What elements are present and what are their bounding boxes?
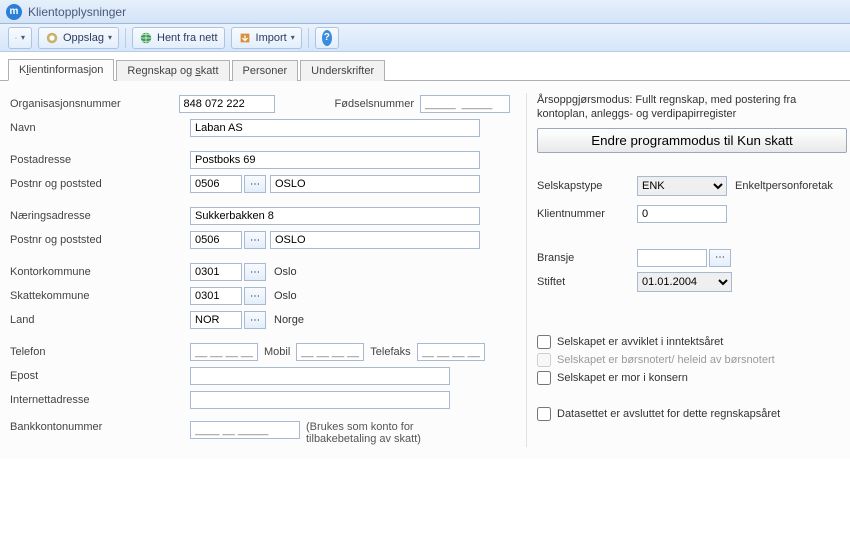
- label-land: Land: [10, 314, 190, 326]
- stiftet-select[interactable]: 01.01.2004: [637, 272, 732, 292]
- content-area: Organisasjonsnummer Fødselsnummer Navn P…: [0, 81, 850, 459]
- import-label: Import: [256, 32, 287, 44]
- land-code-input[interactable]: [190, 311, 242, 329]
- tab-underskrifter[interactable]: Underskrifter: [300, 60, 385, 81]
- checkbox-avviklet-label: Selskapet er avviklet i inntektsåret: [557, 336, 723, 348]
- label-postnr-2: Postnr og poststed: [10, 234, 190, 246]
- toolbar-separator: [308, 28, 309, 48]
- left-column: Organisasjonsnummer Fødselsnummer Navn P…: [10, 93, 510, 447]
- naeringsadresse-input[interactable]: [190, 207, 480, 225]
- globe-icon: [139, 31, 153, 45]
- label-bankkontonummer: Bankkontonummer: [10, 421, 190, 433]
- label-klientnummer: Klientnummer: [537, 208, 637, 220]
- label-navn: Navn: [10, 122, 190, 134]
- help-button[interactable]: ?: [315, 27, 339, 49]
- selskapstype-desc: Enkeltpersonforetak: [735, 180, 833, 192]
- checkbox-mor-konsern-input[interactable]: [537, 371, 551, 385]
- title-bar: m Klientopplysninger: [0, 0, 850, 24]
- oppslag-icon: [45, 31, 59, 45]
- telefon-input[interactable]: [190, 343, 258, 361]
- label-bransje: Bransje: [537, 252, 637, 264]
- kontorkommune-name: Oslo: [274, 266, 297, 278]
- toolbar-separator: [125, 28, 126, 48]
- postnr2-lookup[interactable]: ⋯: [244, 231, 266, 249]
- tab-personer[interactable]: Personer: [232, 60, 299, 81]
- orgnr-input[interactable]: [179, 95, 275, 113]
- bransje-lookup[interactable]: ⋯: [709, 249, 731, 267]
- toolbar: ▾ Oppslag ▾ Hent fra nett Import ▾ ?: [0, 24, 850, 52]
- mobil-input[interactable]: [296, 343, 364, 361]
- window-title: Klientopplysninger: [28, 5, 126, 19]
- tab-klientinformasjon[interactable]: Klientinformasjon: [8, 59, 114, 81]
- oppslag-label: Oppslag: [63, 32, 104, 44]
- epost-input[interactable]: [190, 367, 450, 385]
- label-epost: Epost: [10, 370, 190, 382]
- app-icon: m: [6, 4, 22, 20]
- kontorkommune-lookup[interactable]: ⋯: [244, 263, 266, 281]
- label-kontorkommune: Kontorkommune: [10, 266, 190, 278]
- tab-regnskap-og-skatt[interactable]: Regnskap og skatt: [116, 60, 229, 81]
- label-selskapstype: Selskapstype: [537, 180, 637, 192]
- arsoppgjorsmodus-text: Årsoppgjørsmodus: Fullt regnskap, med po…: [537, 93, 847, 122]
- label-orgnr: Organisasjonsnummer: [10, 98, 179, 110]
- skattekommune-code-input[interactable]: [190, 287, 242, 305]
- land-name: Norge: [274, 314, 304, 326]
- import-button[interactable]: Import ▾: [231, 27, 302, 49]
- skattekommune-name: Oslo: [274, 290, 297, 302]
- label-telefon: Telefon: [10, 346, 190, 358]
- bankkontonummer-input[interactable]: [190, 421, 300, 439]
- help-icon: ?: [322, 30, 332, 46]
- oppslag-button[interactable]: Oppslag ▾: [38, 27, 119, 49]
- label-internettadresse: Internettadresse: [10, 394, 190, 406]
- print-icon: [15, 31, 17, 45]
- checkbox-datasett-avsluttet[interactable]: Datasettet er avsluttet for dette regnsk…: [537, 407, 847, 421]
- postnr1-input[interactable]: [190, 175, 242, 193]
- hent-label: Hent fra nett: [157, 32, 218, 44]
- poststed1-input[interactable]: [270, 175, 480, 193]
- label-postnr-1: Postnr og poststed: [10, 178, 190, 190]
- import-icon: [238, 31, 252, 45]
- bransje-input[interactable]: [637, 249, 707, 267]
- label-mobil: Mobil: [264, 346, 290, 358]
- print-button[interactable]: ▾: [8, 27, 32, 49]
- poststed2-input[interactable]: [270, 231, 480, 249]
- checkbox-mor-konsern[interactable]: Selskapet er mor i konsern: [537, 371, 847, 385]
- klientnummer-input[interactable]: [637, 205, 727, 223]
- checkbox-avviklet-input[interactable]: [537, 335, 551, 349]
- skattekommune-lookup[interactable]: ⋯: [244, 287, 266, 305]
- right-column: Årsoppgjørsmodus: Fullt regnskap, med po…: [526, 93, 847, 447]
- label-skattekommune: Skattekommune: [10, 290, 190, 302]
- hent-fra-nett-button[interactable]: Hent fra nett: [132, 27, 225, 49]
- checkbox-datasett-avsluttet-label: Datasettet er avsluttet for dette regnsk…: [557, 408, 780, 420]
- checkbox-mor-konsern-label: Selskapet er mor i konsern: [557, 372, 688, 384]
- postnr2-input[interactable]: [190, 231, 242, 249]
- label-stiftet: Stiftet: [537, 276, 637, 288]
- checkbox-avviklet[interactable]: Selskapet er avviklet i inntektsåret: [537, 335, 847, 349]
- internettadresse-input[interactable]: [190, 391, 450, 409]
- navn-input[interactable]: [190, 119, 480, 137]
- label-postadresse: Postadresse: [10, 154, 190, 166]
- label-telefaks: Telefaks: [370, 346, 410, 358]
- checkbox-borsnotert-label: Selskapet er børsnotert/ heleid av børsn…: [557, 354, 775, 366]
- fodselsnummer-input[interactable]: [420, 95, 510, 113]
- postnr1-lookup[interactable]: ⋯: [244, 175, 266, 193]
- checkbox-borsnotert: Selskapet er børsnotert/ heleid av børsn…: [537, 353, 847, 367]
- checkbox-borsnotert-input: [537, 353, 551, 367]
- land-lookup[interactable]: ⋯: [244, 311, 266, 329]
- label-fodselsnummer: Fødselsnummer: [335, 98, 414, 110]
- postadresse-input[interactable]: [190, 151, 480, 169]
- telefaks-input[interactable]: [417, 343, 485, 361]
- label-naeringsadresse: Næringsadresse: [10, 210, 190, 222]
- tab-strip: Klientinformasjon Regnskap og skatt Pers…: [0, 52, 850, 81]
- bank-note: (Brukes som konto for tilbakebetaling av…: [306, 421, 486, 445]
- selskapstype-select[interactable]: ENK: [637, 176, 727, 196]
- kontorkommune-code-input[interactable]: [190, 263, 242, 281]
- endre-programmodus-button[interactable]: Endre programmodus til Kun skatt: [537, 128, 847, 153]
- checkbox-datasett-avsluttet-input[interactable]: [537, 407, 551, 421]
